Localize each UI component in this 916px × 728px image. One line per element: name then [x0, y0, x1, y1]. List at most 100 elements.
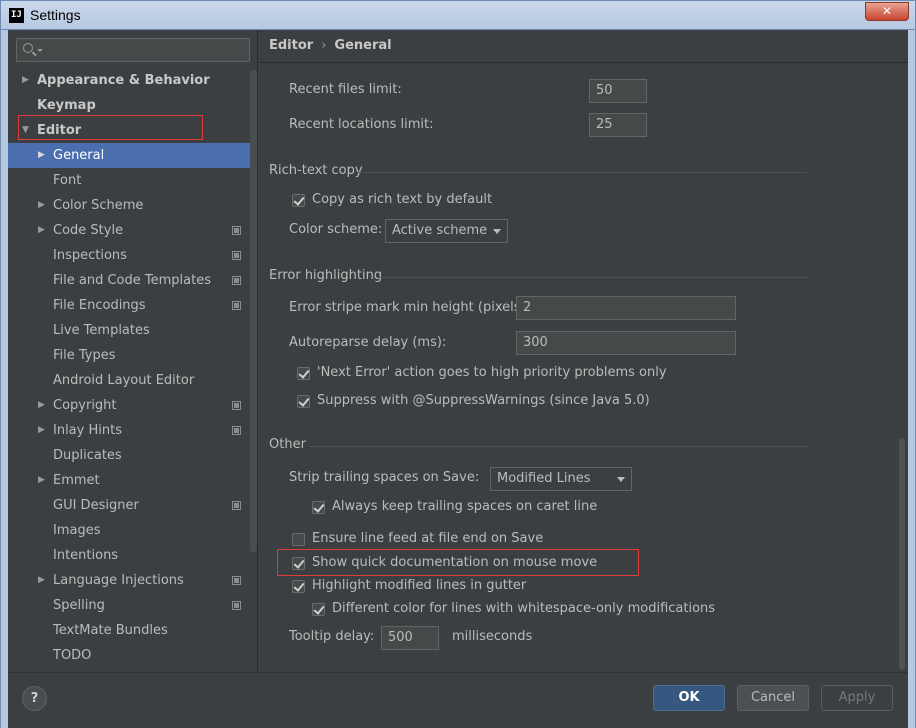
tooltip-delay-field[interactable]: 500 — [381, 626, 439, 650]
sidebar-item[interactable]: ▶ General — [8, 143, 250, 168]
sidebar-item-label: Live Templates — [53, 323, 150, 338]
chevron-right-icon[interactable]: ▶ — [22, 68, 32, 93]
sidebar-item[interactable]: Keymap — [8, 93, 250, 118]
error-section-title: Error highlighting — [269, 268, 383, 283]
tooltip-delay-unit: milliseconds — [452, 629, 533, 644]
sidebar-item[interactable]: TODO — [8, 643, 250, 668]
autoreparse-field[interactable]: 300 — [516, 331, 736, 355]
sidebar-item[interactable]: Duplicates — [8, 443, 250, 468]
other-section-title: Other — [269, 437, 306, 452]
sidebar-item[interactable]: GUI Designer — [8, 493, 250, 518]
ok-button[interactable]: OK — [653, 685, 725, 711]
recent-locations-field[interactable]: 25 — [589, 113, 647, 137]
line-feed-label: Ensure line feed at file end on Save — [312, 531, 544, 546]
project-scope-icon — [232, 576, 241, 585]
chevron-right-icon[interactable]: ▶ — [38, 143, 48, 168]
color-scheme-dropdown[interactable]: Active scheme — [385, 219, 508, 243]
suppress-warnings-checkbox[interactable] — [297, 395, 310, 408]
quick-doc-label: Show quick documentation on mouse move — [312, 555, 598, 570]
sidebar-item-label: Duplicates — [53, 448, 122, 463]
sidebar-item[interactable]: ▶ Appearance & Behavior — [8, 68, 250, 93]
stripe-height-label: Error stripe mark min height (pixels): — [289, 300, 530, 315]
stripe-height-field[interactable]: 2 — [516, 296, 736, 320]
chevron-right-icon[interactable]: ▶ — [38, 393, 48, 418]
line-feed-checkbox[interactable] — [292, 533, 305, 546]
sidebar-item[interactable]: Android Layout Editor — [8, 368, 250, 393]
chevron-right-icon[interactable]: ▶ — [38, 218, 48, 243]
sidebar-item-label: General — [53, 148, 105, 163]
intellij-icon: IJ — [9, 8, 24, 23]
project-scope-icon — [232, 301, 241, 310]
breadcrumb-parent[interactable]: Editor — [269, 38, 313, 53]
sidebar-item-label: Inlay Hints — [53, 423, 122, 438]
chevron-right-icon[interactable]: ▶ — [38, 418, 48, 443]
project-scope-icon — [232, 501, 241, 510]
sidebar-item-label: Appearance & Behavior — [37, 73, 210, 88]
sidebar-item[interactable]: ▼ Editor — [8, 118, 250, 143]
next-error-checkbox[interactable] — [297, 367, 310, 380]
chevron-right-icon[interactable]: ▶ — [38, 568, 48, 593]
recent-files-field[interactable]: 50 — [589, 79, 647, 103]
chevron-down-icon[interactable]: ▼ — [22, 118, 32, 143]
search-icon — [23, 43, 43, 53]
close-button[interactable]: ✕ — [865, 2, 909, 21]
sidebar-item-label: Editor — [37, 123, 82, 138]
window-title: Settings — [30, 7, 81, 23]
breadcrumb-divider — [259, 62, 908, 63]
sidebar-item[interactable]: Font — [8, 168, 250, 193]
strip-spaces-dropdown[interactable]: Modified Lines — [490, 467, 632, 491]
highlight-gutter-label: Highlight modified lines in gutter — [312, 578, 527, 593]
strip-spaces-value: Modified Lines — [497, 471, 591, 486]
copy-rich-text-label: Copy as rich text by default — [312, 192, 493, 207]
sidebar-item[interactable]: TextMate Bundles — [8, 618, 250, 643]
sidebar-item[interactable]: ▶ Copyright — [8, 393, 250, 418]
help-button[interactable]: ? — [22, 686, 47, 711]
project-scope-icon — [232, 226, 241, 235]
color-scheme-label: Color scheme: — [289, 222, 383, 237]
keep-trailing-label: Always keep trailing spaces on caret lin… — [332, 499, 598, 514]
different-color-label: Different color for lines with whitespac… — [332, 601, 716, 616]
sidebar-item[interactable]: File and Code Templates — [8, 268, 250, 293]
sidebar-item[interactable]: Inspections — [8, 243, 250, 268]
sidebar-item[interactable]: Images — [8, 518, 250, 543]
breadcrumb-separator: › — [321, 38, 327, 53]
sidebar-item-label: Color Scheme — [53, 198, 144, 213]
chevron-down-icon — [617, 477, 625, 482]
chevron-right-icon[interactable]: ▶ — [38, 193, 48, 218]
sidebar-item-label: Font — [53, 173, 82, 188]
different-color-checkbox[interactable] — [312, 603, 325, 616]
settings-content: Editor › General Recent files limit: 50 Re… — [259, 30, 908, 672]
sidebar-item[interactable]: ▶ Language Injections — [8, 568, 250, 593]
sidebar-item[interactable]: Live Templates — [8, 318, 250, 343]
sidebar-item[interactable]: Intentions — [8, 543, 250, 568]
sidebar-item[interactable]: File Encodings — [8, 293, 250, 318]
sidebar-item[interactable]: File Types — [8, 343, 250, 368]
sidebar-item[interactable]: ▶ Code Style — [8, 218, 250, 243]
sidebar-item-label: TODO — [53, 648, 92, 663]
search-input[interactable] — [16, 38, 250, 62]
quick-doc-checkbox[interactable] — [292, 557, 305, 570]
sidebar-item[interactable]: ▶ Color Scheme — [8, 193, 250, 218]
apply-button[interactable]: Apply — [821, 685, 893, 711]
sidebar-item[interactable]: ▶ Emmet — [8, 468, 250, 493]
sidebar-item[interactable]: ▶ Inlay Hints — [8, 418, 250, 443]
chevron-right-icon[interactable]: ▶ — [38, 468, 48, 493]
chevron-down-icon — [493, 229, 501, 234]
highlight-gutter-checkbox[interactable] — [292, 580, 305, 593]
sidebar-item-label: Android Layout Editor — [53, 373, 195, 388]
sidebar-item[interactable]: Spelling — [8, 593, 250, 618]
content-scrollbar[interactable] — [899, 438, 905, 670]
sidebar-scrollbar[interactable] — [250, 70, 257, 552]
keep-trailing-checkbox[interactable] — [312, 501, 325, 514]
sidebar-item-label: Spelling — [53, 598, 105, 613]
rich-text-section-title: Rich-text copy — [269, 163, 363, 178]
project-scope-icon — [232, 276, 241, 285]
autoreparse-label: Autoreparse delay (ms): — [289, 335, 447, 350]
copy-rich-text-checkbox[interactable] — [292, 194, 305, 207]
project-scope-icon — [232, 426, 241, 435]
sidebar-item-label: Images — [53, 523, 101, 538]
next-error-label: 'Next Error' action goes to high priorit… — [317, 365, 667, 380]
breadcrumb-current: General — [334, 38, 392, 53]
cancel-button[interactable]: Cancel — [737, 685, 809, 711]
sidebar-item-label: Language Injections — [53, 573, 184, 588]
